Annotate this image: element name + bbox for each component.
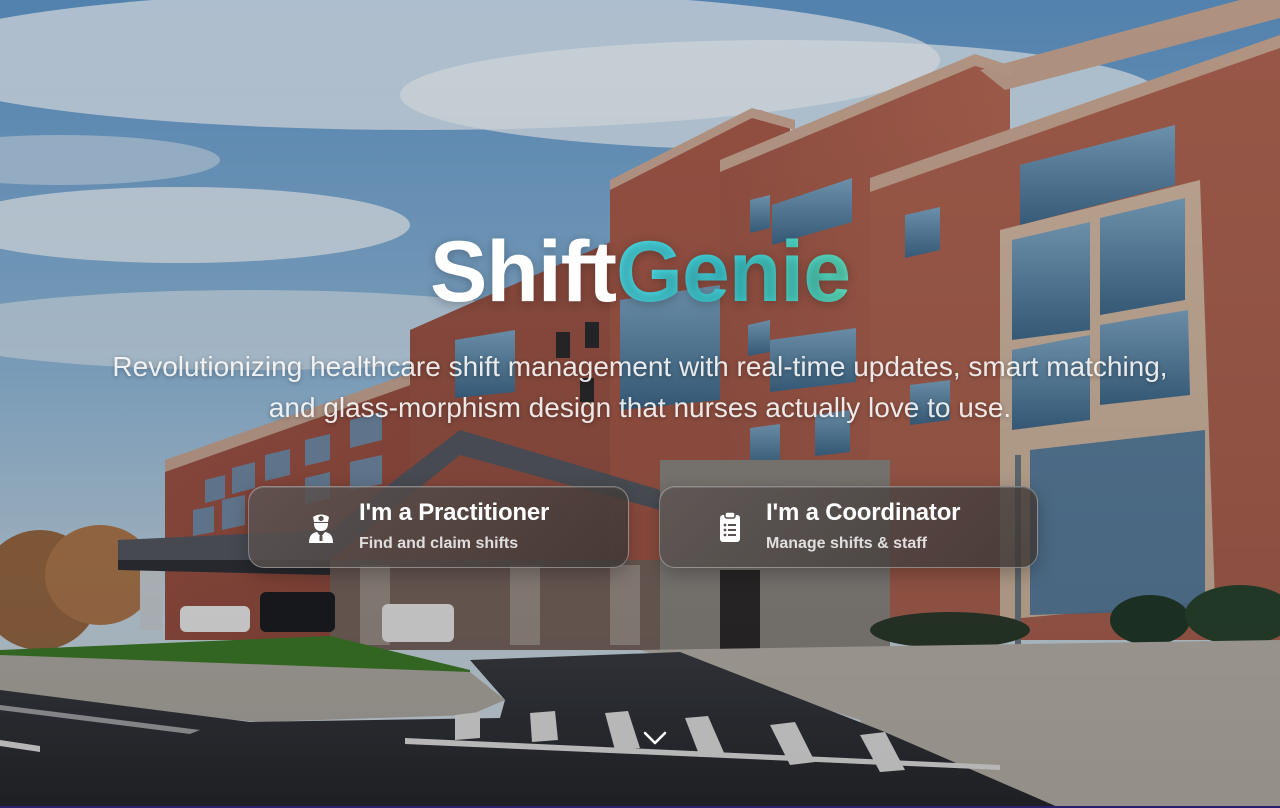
practitioner-role-button[interactable]: I'm a Practitioner Find and claim shifts (248, 486, 629, 568)
practitioner-role-subtitle: Find and claim shifts (359, 535, 519, 552)
coordinator-role-button[interactable]: I'm a Coordinator Manage shifts & staff (659, 486, 1038, 568)
app-title-part-1: Shift (429, 224, 617, 320)
coordinator-role-title: I'm a Coordinator (766, 499, 961, 526)
nurse-icon (309, 514, 333, 543)
app-title: ShiftGenie (0, 222, 1280, 322)
hero-section: ShiftGenie Revolutionizing healthcare sh… (0, 0, 1280, 806)
chevron-down-icon[interactable] (640, 726, 670, 750)
hero-subtitle: Revolutionizing healthcare shift managem… (112, 351, 1168, 423)
coordinator-role-subtitle: Manage shifts & staff (766, 535, 927, 552)
practitioner-role-title: I'm a Practitioner (359, 499, 550, 526)
clipboard-icon (720, 511, 740, 542)
app-title-part-2: Genie (616, 224, 851, 320)
